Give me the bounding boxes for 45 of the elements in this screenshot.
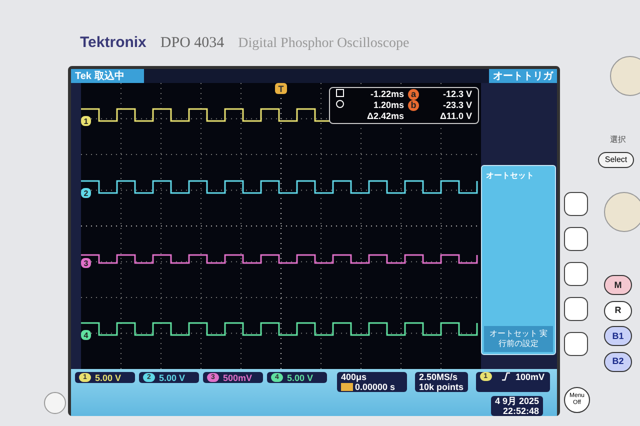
bezel-button[interactable] [564, 297, 588, 321]
cursor-marker: b [408, 100, 419, 111]
bezel-button[interactable] [564, 262, 588, 286]
knob[interactable] [44, 392, 66, 414]
channel-marker: 1 [81, 116, 91, 126]
trigger-level: 100mV [516, 372, 545, 382]
date: 4 9月 2025 [494, 396, 539, 406]
circle-icon [336, 100, 344, 108]
bezel-button[interactable]: R [604, 300, 632, 320]
timebase-position: 0.00000 s [355, 382, 396, 392]
cursor-time: 1.20ms [372, 100, 404, 111]
cursor-value: -12.3 V [442, 89, 472, 100]
cursor-marker: a [408, 89, 419, 100]
channel-marker: 2 [81, 188, 91, 198]
rising-edge-icon [502, 372, 510, 381]
trigger-position-marker: T [275, 83, 287, 94]
select-caption: 選択 [610, 134, 627, 146]
bezel-button[interactable] [564, 227, 588, 251]
timebase-scale: 400μs [341, 372, 368, 382]
side-menu-title: オートセット [485, 170, 535, 182]
channel-scale: 5.00 V [287, 372, 314, 382]
cursor-delta-value: Δ11.0 V [439, 111, 472, 122]
bezel-button[interactable]: M [604, 275, 632, 295]
time: 22:52:48 [502, 406, 539, 416]
record-length: 10k points [419, 382, 464, 392]
channel-marker: 4 [81, 330, 91, 340]
sample-rate: 2.50MS/s [419, 372, 459, 382]
brand-logo: Tektronix [80, 33, 146, 53]
channel-scale: 5.00 V [95, 372, 122, 382]
trigger-mode: オートトリガ [489, 69, 557, 83]
select-button[interactable]: Select [598, 152, 634, 168]
cursor-value: -23.3 V [442, 100, 472, 111]
cursor-delta-time: Δ2.42ms [366, 111, 404, 122]
cursor-time: -1.22ms [369, 89, 404, 100]
bezel-button[interactable] [564, 192, 588, 216]
bezel-button[interactable]: B2 [604, 352, 632, 372]
product-name: Digital Phosphor Oscilloscope [238, 35, 410, 53]
acquisition-status: Tek 取込中 [71, 69, 144, 83]
channel-scale: 500mV [223, 372, 252, 382]
bezel-button[interactable] [564, 332, 588, 356]
bezel-button[interactable]: B1 [604, 326, 632, 346]
channel-marker: 3 [81, 258, 91, 268]
model-name: DPO 4034 [160, 34, 224, 53]
square-icon [336, 89, 344, 97]
channel-scale: 5.00 V [159, 372, 186, 382]
